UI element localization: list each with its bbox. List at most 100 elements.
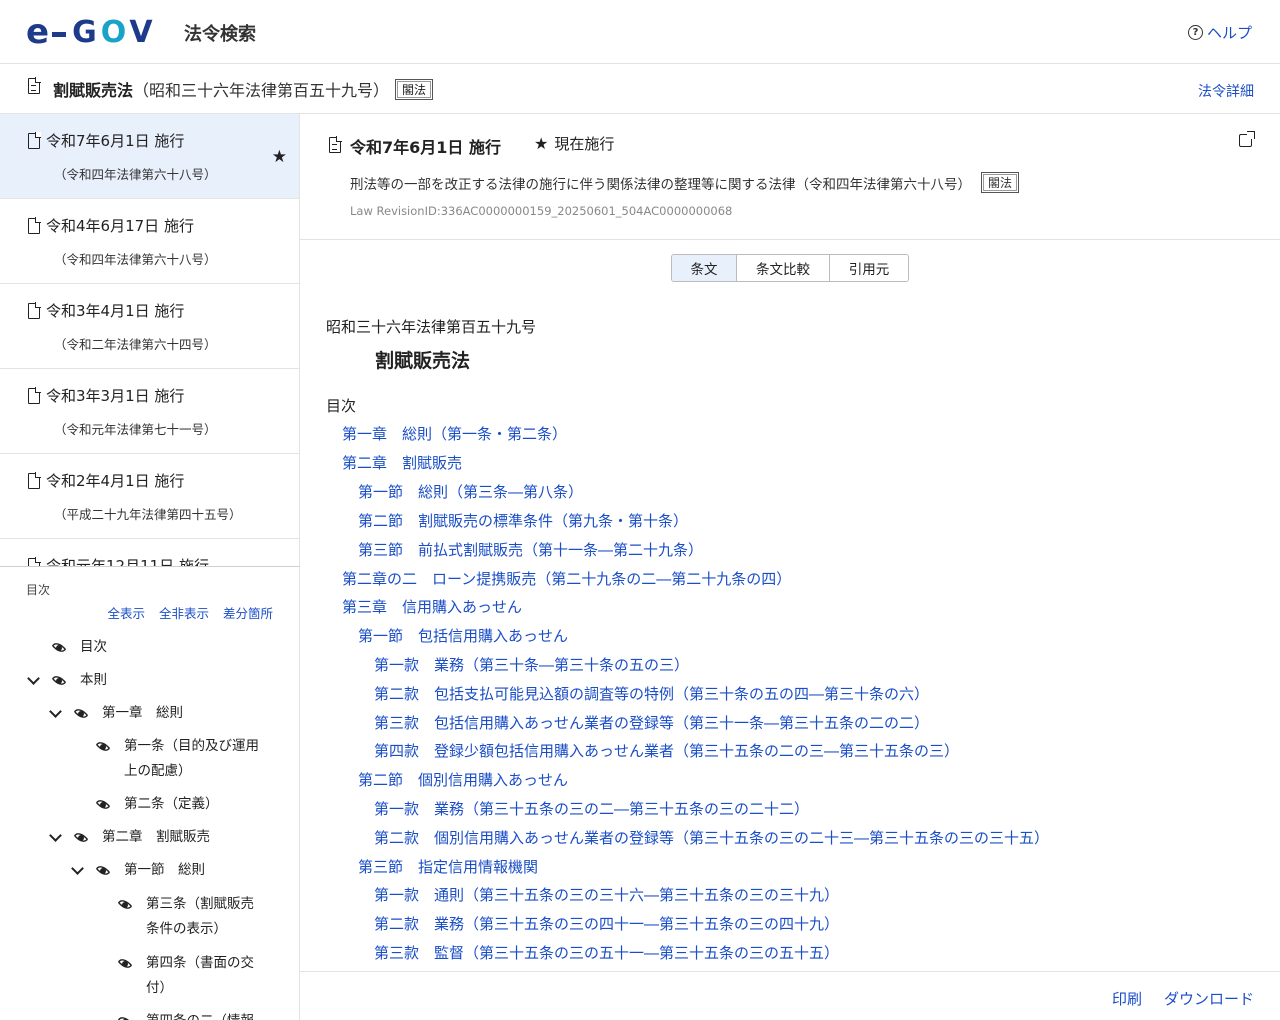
show-all-link[interactable]: 全表示 bbox=[107, 603, 145, 622]
revision-date: 令和7年6月1日 施行 bbox=[46, 132, 185, 150]
law-content: 昭和三十六年法律第百五十九号 割賦販売法 目次 第一章 総則（第一条・第二条） … bbox=[300, 300, 1280, 971]
toc-link[interactable]: 第四款 登録少額包括信用購入あっせん業者（第三十五条の二の三―第三十五条の三） bbox=[374, 740, 959, 761]
revision-law-number: （令和四年法律第六十八号） bbox=[54, 252, 217, 267]
document-icon bbox=[28, 132, 41, 149]
eye-icon[interactable] bbox=[72, 832, 92, 844]
toc-node-article-4-2[interactable]: 第四条の二（情報 bbox=[116, 1009, 254, 1020]
content-law-number: 昭和三十六年法律第百五十九号 bbox=[326, 318, 537, 336]
revision-item[interactable]: 令和2年4月1日 施行 （平成二十九年法律第四十五号） bbox=[0, 454, 299, 539]
toc-link[interactable]: 第一節 包括信用購入あっせん bbox=[358, 625, 568, 646]
diff-link[interactable]: 差分箇所 bbox=[223, 603, 273, 622]
hide-all-link[interactable]: 全非表示 bbox=[159, 603, 209, 622]
eye-icon[interactable] bbox=[116, 1016, 136, 1020]
help-link[interactable]: ? ヘルプ bbox=[1187, 22, 1252, 43]
amending-law-badge: 閣法 bbox=[981, 172, 1020, 193]
content-footer: 印刷 ダウンロード bbox=[300, 971, 1280, 1020]
revision-law-number: （令和四年法律第六十八号） bbox=[54, 167, 217, 182]
external-link-icon[interactable] bbox=[1239, 131, 1255, 147]
document-icon bbox=[28, 302, 41, 319]
law-title-bar: 割賦販売法（昭和三十六年法律第百五十九号） 閣法 法令詳細 bbox=[0, 64, 1280, 114]
e-gov-logo[interactable]: e GOV bbox=[26, 12, 157, 52]
tab-articles[interactable]: 条文 bbox=[672, 255, 737, 281]
tab-citations[interactable]: 引用元 bbox=[830, 255, 908, 281]
tab-compare[interactable]: 条文比較 bbox=[737, 255, 830, 281]
toc-link[interactable]: 第一款 業務（第三十条―第三十条の五の三） bbox=[374, 654, 689, 675]
revision-item[interactable]: 令和3年3月1日 施行 （令和元年法律第七十一号） bbox=[0, 369, 299, 454]
toc-link[interactable]: 第二節 割賦販売の標準条件（第九条・第十条） bbox=[358, 510, 688, 531]
toc-link[interactable]: 第二款 業務（第三十五条の三の四十一―第三十五条の三の四十九） bbox=[374, 913, 839, 934]
top-header: e GOV 法令検索 ? ヘルプ bbox=[0, 0, 1280, 64]
document-icon bbox=[329, 136, 342, 153]
revision-law-number: （平成二十九年法律第四十五号） bbox=[54, 507, 242, 522]
revision-header: 令和7年6月1日 施行 ★ 現在施行 刑法等の一部を改正する法律の施行に伴う関係法… bbox=[300, 114, 1280, 240]
revision-date: 令和2年4月1日 施行 bbox=[46, 472, 185, 490]
law-detail-link[interactable]: 法令詳細 bbox=[1198, 81, 1254, 101]
toc-node-chapter-2[interactable]: 第二章 割賦販売 bbox=[48, 825, 210, 850]
revision-date: 令和元年12月11日 施行 bbox=[46, 557, 209, 567]
revision-item[interactable]: 令和元年12月11日 施行 bbox=[0, 539, 299, 567]
toc-link[interactable]: 第三節 前払式割賦販売（第十一条―第二十九条） bbox=[358, 539, 703, 560]
toc-link[interactable]: 第一款 通則（第三十五条の三の三十六―第三十五条の三の三十九） bbox=[374, 884, 839, 905]
eye-icon[interactable] bbox=[72, 708, 92, 720]
chevron-down-icon[interactable] bbox=[48, 825, 62, 850]
revision-date: 令和3年3月1日 施行 bbox=[46, 387, 185, 405]
toc-node-toc[interactable]: 目次 bbox=[50, 635, 107, 660]
revision-list[interactable]: 令和7年6月1日 施行 （令和四年法律第六十八号） ★ 令和4年6月17日 施行… bbox=[0, 114, 300, 567]
eye-icon[interactable] bbox=[116, 958, 136, 970]
toc-panel-heading: 目次 bbox=[26, 583, 51, 597]
eye-icon[interactable] bbox=[94, 799, 114, 811]
toc-link[interactable]: 第二款 包括支払可能見込額の調査等の特例（第三十条の五の四―第三十条の六） bbox=[374, 683, 929, 704]
revision-item[interactable]: 令和7年6月1日 施行 （令和四年法律第六十八号） ★ bbox=[0, 114, 299, 199]
amending-law: 刑法等の一部を改正する法律の施行に伴う関係法律の整理等に関する法律（令和四年法律… bbox=[350, 172, 1020, 193]
revision-id: Law RevisionID:336AC0000000159_20250601_… bbox=[350, 204, 733, 218]
help-label: ヘルプ bbox=[1206, 24, 1252, 42]
toc-link[interactable]: 第三章 信用購入あっせん bbox=[342, 596, 522, 617]
toc-node-main[interactable]: 本則 bbox=[26, 668, 107, 693]
revision-item[interactable]: 令和3年4月1日 施行 （令和二年法律第六十四号） bbox=[0, 284, 299, 369]
eye-icon[interactable] bbox=[50, 642, 70, 654]
revision-date: 令和4年6月17日 施行 bbox=[46, 217, 194, 235]
toc-link[interactable]: 第三款 監督（第三十五条の三の五十一―第三十五条の三の五十五） bbox=[374, 942, 839, 963]
toc-node-article-1[interactable]: 第一条（目的及び運用 上の配慮） bbox=[94, 734, 259, 784]
law-type-badge: 閣法 bbox=[395, 79, 434, 100]
eye-icon[interactable] bbox=[116, 899, 136, 911]
toc-node-section-1[interactable]: 第一節 総則 bbox=[70, 858, 205, 883]
content-law-title: 割賦販売法 bbox=[375, 350, 471, 372]
toc-node-article-4[interactable]: 第四条（書面の交 付） bbox=[116, 951, 254, 1001]
toc-link[interactable]: 第三節 指定信用情報機関 bbox=[358, 856, 538, 877]
toc-actions: 全表示 全非表示 差分箇所 bbox=[107, 603, 273, 622]
toc-node-chapter-1[interactable]: 第一章 総則 bbox=[48, 701, 183, 726]
document-icon bbox=[28, 557, 41, 566]
app-title: 法令検索 bbox=[184, 24, 256, 45]
help-icon: ? bbox=[1187, 25, 1203, 40]
view-tabs: 条文 条文比較 引用元 bbox=[671, 254, 909, 282]
toc-link[interactable]: 第一節 総則（第三条―第八条） bbox=[358, 481, 583, 502]
logo-gov: GOV bbox=[72, 14, 157, 50]
logo-dash bbox=[52, 31, 67, 37]
eye-icon[interactable] bbox=[94, 741, 114, 753]
law-number: （昭和三十六年法律第百五十九号） bbox=[133, 81, 390, 100]
print-link[interactable]: 印刷 bbox=[1112, 988, 1142, 1009]
toc-link[interactable]: 第一款 業務（第三十五条の三の二―第三十五条の三の二十二） bbox=[374, 798, 809, 819]
current-status: ★ 現在施行 bbox=[534, 134, 615, 153]
chevron-down-icon[interactable] bbox=[26, 668, 40, 693]
chevron-down-icon[interactable] bbox=[48, 701, 62, 726]
toc-link[interactable]: 第二款 個別信用購入あっせん業者の登録等（第三十五条の三の二十三―第三十五条の三… bbox=[374, 827, 1049, 848]
toc-link[interactable]: 第三款 包括信用購入あっせん業者の登録等（第三十一条―第三十五条の二の二） bbox=[374, 712, 929, 733]
document-icon bbox=[28, 217, 41, 234]
toc-node-article-2[interactable]: 第二条（定義） bbox=[94, 792, 219, 817]
revision-date: 令和3年4月1日 施行 bbox=[46, 302, 185, 320]
eye-icon[interactable] bbox=[50, 675, 70, 687]
toc-node-article-3[interactable]: 第三条（割賦販売 条件の表示） bbox=[116, 892, 254, 942]
revision-law-number: （令和元年法律第七十一号） bbox=[54, 422, 217, 437]
logo-e: e bbox=[26, 12, 49, 52]
download-link[interactable]: ダウンロード bbox=[1164, 988, 1254, 1009]
star-icon: ★ bbox=[534, 134, 549, 153]
eye-icon[interactable] bbox=[94, 865, 114, 877]
toc-link[interactable]: 第二節 個別信用購入あっせん bbox=[358, 769, 568, 790]
toc-link[interactable]: 第二章の二 ローン提携販売（第二十九条の二―第二十九条の四） bbox=[342, 568, 791, 589]
toc-link[interactable]: 第二章 割賦販売 bbox=[342, 452, 462, 473]
revision-item[interactable]: 令和4年6月17日 施行 （令和四年法律第六十八号） bbox=[0, 199, 299, 284]
toc-link[interactable]: 第一章 総則（第一条・第二条） bbox=[342, 423, 567, 444]
chevron-down-icon[interactable] bbox=[70, 858, 84, 883]
